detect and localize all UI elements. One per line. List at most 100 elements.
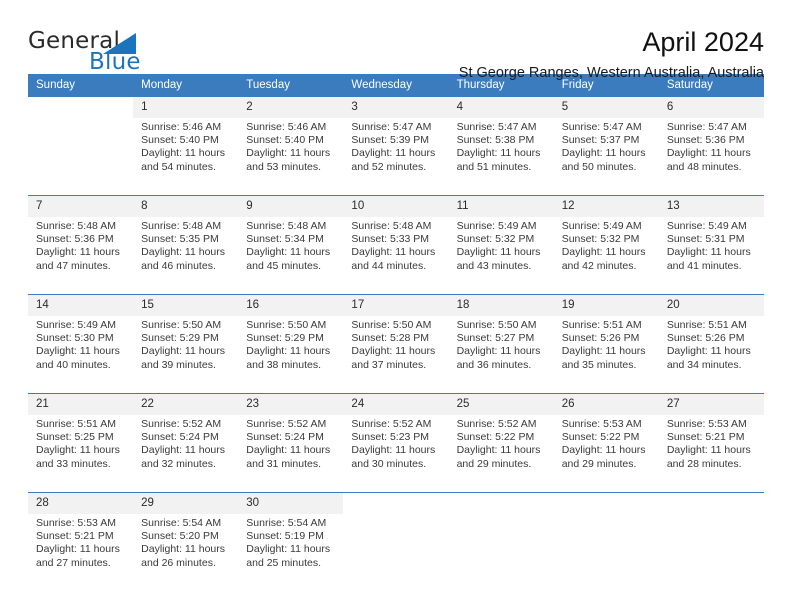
day-info-line: Sunrise: 5:54 AM — [246, 517, 327, 529]
day-info-line: Sunrise: 5:53 AM — [561, 418, 642, 430]
day-number[interactable]: 22 — [133, 393, 239, 415]
day-info-line: Sunset: 5:24 PM — [246, 431, 324, 444]
day-info-line: and 28 minutes. — [666, 457, 742, 470]
day-cell: Sunrise: 5:50 AM Sunset: 5:29 PM Daylight:… — [133, 316, 239, 383]
day-number[interactable]: 19 — [553, 294, 659, 316]
day-number[interactable]: 25 — [448, 393, 554, 415]
calendar-grid: Sunday Monday Tuesday Wednesday Thursday Frid… — [28, 74, 764, 581]
day-info-line: and 30 minutes. — [351, 457, 427, 470]
day-number[interactable]: 29 — [133, 492, 239, 514]
week-spacer — [28, 482, 764, 493]
day-info-line: and 39 minutes. — [141, 358, 216, 371]
day-number[interactable]: 13 — [658, 195, 764, 217]
day-cell: Sunrise: 5:51 AM Sunset: 5:25 PM Daylight:… — [28, 415, 134, 482]
day-number[interactable]: 18 — [448, 294, 554, 316]
day-info-line: Sunset: 5:34 PM — [246, 233, 324, 246]
day-number[interactable]: 5 — [553, 97, 659, 118]
day-number[interactable]: 6 — [658, 97, 764, 118]
day-number[interactable]: 10 — [343, 195, 449, 217]
day-info-line: Sunset: 5:22 PM — [561, 431, 640, 444]
day-info-line: and 43 minutes. — [456, 259, 532, 272]
day-info-line: Daylight: 11 hours — [561, 147, 646, 160]
week-spacer — [28, 185, 764, 196]
day-number[interactable]: 16 — [238, 294, 344, 316]
day-info-line: Sunrise: 5:50 AM — [456, 319, 537, 331]
day-info-line: Daylight: 11 hours — [456, 444, 541, 457]
day-number[interactable]: 27 — [658, 393, 764, 415]
day-number[interactable]: 28 — [28, 492, 134, 514]
day-info-line: Sunrise: 5:48 AM — [141, 220, 222, 232]
day-cell: Sunrise: 5:54 AM Sunset: 5:19 PM Daylight:… — [238, 514, 344, 581]
week-detail-row: Sunrise: 5:49 AM Sunset: 5:30 PM Daylight:… — [28, 316, 764, 383]
day-info-line: Sunrise: 5:50 AM — [351, 319, 432, 331]
day-number[interactable]: 4 — [448, 97, 554, 118]
day-number[interactable]: 23 — [238, 393, 344, 415]
day-number[interactable]: 30 — [238, 492, 344, 514]
day-info-line: Sunrise: 5:47 AM — [351, 121, 432, 133]
day-info-line: Daylight: 11 hours — [351, 345, 436, 358]
week-detail-row: Sunrise: 5:53 AM Sunset: 5:21 PM Daylight:… — [28, 514, 764, 581]
day-number[interactable]: 1 — [133, 97, 239, 118]
week-spacer-cell — [28, 185, 134, 196]
day-number[interactable]: 7 — [28, 195, 134, 217]
day-cell-empty — [343, 514, 449, 581]
week-spacer-cell — [238, 383, 344, 394]
day-number[interactable]: 20 — [658, 294, 764, 316]
day-info-line: Daylight: 11 hours — [141, 345, 225, 358]
day-number[interactable]: 2 — [238, 97, 344, 118]
day-number[interactable]: 12 — [553, 195, 659, 217]
brand-name-blue: Blue — [89, 49, 141, 75]
week-spacer-cell — [448, 185, 554, 196]
day-info-line: and 33 minutes. — [36, 457, 111, 470]
day-info-line: Daylight: 11 hours — [246, 444, 331, 457]
day-info-line: Sunset: 5:27 PM — [456, 332, 535, 345]
day-info-line: Daylight: 11 hours — [456, 345, 541, 358]
day-number[interactable]: 21 — [28, 393, 134, 415]
brand-logo[interactable]: General Blue — [28, 28, 258, 76]
day-cell: Sunrise: 5:48 AM Sunset: 5:34 PM Daylight:… — [238, 217, 344, 284]
day-number-empty — [553, 492, 659, 514]
day-info-line: Daylight: 11 hours — [561, 345, 646, 358]
week-spacer-cell — [448, 383, 554, 394]
day-info-line: Sunset: 5:40 PM — [141, 134, 219, 147]
day-info-line: and 31 minutes. — [246, 457, 321, 470]
day-info-line: Sunset: 5:26 PM — [561, 332, 640, 345]
week-spacer-cell — [133, 284, 239, 295]
day-info-line: Daylight: 11 hours — [246, 147, 331, 160]
day-info-line: Sunrise: 5:50 AM — [246, 319, 327, 331]
day-info-line: and 54 minutes. — [141, 160, 216, 173]
day-number[interactable]: 17 — [343, 294, 449, 316]
day-info-line: and 29 minutes. — [456, 457, 532, 470]
calendar-body: 1 2 3 4 5 6 Sunrise: 5:46 AM Sunset: 5:40 PM Day… — [28, 97, 764, 581]
day-cell: Sunrise: 5:47 AM Sunset: 5:37 PM Daylight:… — [553, 118, 659, 185]
day-info-line: Sunrise: 5:50 AM — [141, 319, 222, 331]
day-info-line: Sunset: 5:36 PM — [36, 233, 114, 246]
week-detail-row: Sunrise: 5:46 AM Sunset: 5:40 PM Daylight:… — [28, 118, 764, 185]
day-number[interactable]: 15 — [133, 294, 239, 316]
day-number[interactable]: 14 — [28, 294, 134, 316]
week-spacer-cell — [28, 383, 134, 394]
day-number[interactable]: 26 — [553, 393, 659, 415]
day-cell: Sunrise: 5:50 AM Sunset: 5:28 PM Daylight:… — [343, 316, 449, 383]
day-info-line: Sunset: 5:22 PM — [456, 431, 535, 444]
day-number[interactable]: 3 — [343, 97, 449, 118]
day-cell: Sunrise: 5:52 AM Sunset: 5:24 PM Daylight:… — [133, 415, 239, 482]
day-number[interactable]: 24 — [343, 393, 449, 415]
day-info-line: Daylight: 11 hours — [36, 444, 120, 457]
day-info-line: Daylight: 11 hours — [36, 543, 120, 556]
day-info-line: Sunset: 5:40 PM — [246, 134, 324, 147]
day-info-line: and 41 minutes. — [666, 259, 742, 272]
day-info-line: and 44 minutes. — [351, 259, 427, 272]
day-info-line: Daylight: 11 hours — [141, 444, 225, 457]
day-number[interactable]: 11 — [448, 195, 554, 217]
week-detail-row: Sunrise: 5:51 AM Sunset: 5:25 PM Daylight:… — [28, 415, 764, 482]
day-info-line: and 45 minutes. — [246, 259, 321, 272]
day-info-line: Sunset: 5:32 PM — [561, 233, 640, 246]
day-info-line: Sunrise: 5:49 AM — [36, 319, 116, 331]
day-number[interactable]: 8 — [133, 195, 239, 217]
day-number[interactable]: 9 — [238, 195, 344, 217]
day-info-line: Sunrise: 5:52 AM — [141, 418, 222, 430]
day-info-line: Sunset: 5:29 PM — [141, 332, 219, 345]
day-cell-empty — [658, 514, 764, 581]
week-spacer-cell — [448, 284, 554, 295]
